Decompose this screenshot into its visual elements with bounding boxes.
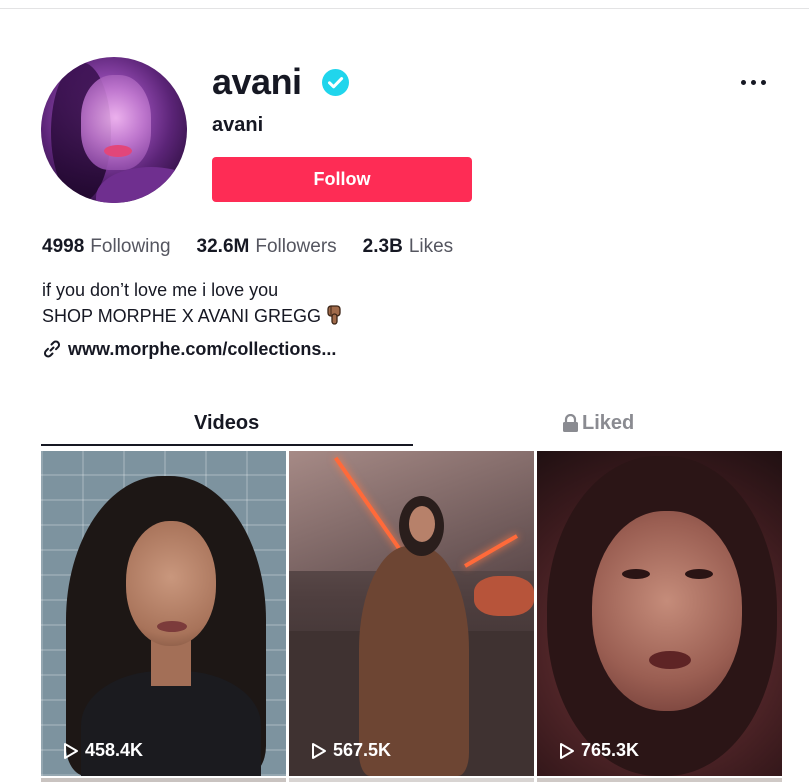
tab-videos[interactable]: Videos — [194, 408, 259, 438]
followers-label: Followers — [255, 236, 337, 257]
video-tile[interactable]: 765.3K — [537, 451, 782, 776]
bio-link-text: www.morphe.com/collections... — [68, 338, 337, 359]
next-row-tile-edge — [41, 778, 286, 782]
pointing-down-emoji-icon — [327, 305, 343, 332]
lock-icon — [563, 413, 578, 432]
likes-count: 2.3B — [362, 236, 403, 257]
link-icon — [43, 340, 61, 358]
bio-line-2: SHOP MORPHE X AVANI GREGG — [42, 306, 322, 326]
active-tab-indicator — [41, 444, 413, 446]
bio-line-2-row: SHOP MORPHE X AVANI GREGG — [42, 303, 343, 332]
profile-bio: if you don’t love me i love you SHOP MOR… — [42, 277, 343, 332]
profile-username: avani — [212, 61, 302, 102]
video-views: 765.3K — [559, 740, 639, 761]
video-grid: 458.4K 567.5K 765.3K — [41, 451, 782, 782]
video-view-count: 458.4K — [85, 740, 144, 760]
video-tile[interactable]: 567.5K — [289, 451, 534, 776]
verified-check-icon — [322, 69, 349, 96]
likes-label: Likes — [408, 236, 454, 257]
profile-stats: 4998 Following 32.6M Followers 2.3B Like… — [42, 236, 479, 262]
tab-liked[interactable]: Liked — [562, 408, 634, 438]
bio-link[interactable]: www.morphe.com/collections... — [42, 337, 336, 361]
next-row-tile-edge — [537, 778, 782, 782]
video-view-count: 567.5K — [333, 740, 392, 760]
stat-following[interactable]: 4998 Following — [42, 236, 171, 258]
video-views: 458.4K — [63, 740, 143, 761]
play-icon — [64, 742, 78, 759]
video-tile[interactable]: 458.4K — [41, 451, 286, 776]
next-row-tile-edge — [289, 778, 534, 782]
follow-button[interactable]: Follow — [212, 157, 472, 202]
top-divider — [0, 8, 809, 9]
more-dots-icon[interactable] — [736, 70, 772, 94]
following-count: 4998 — [42, 236, 85, 257]
play-icon — [560, 742, 574, 759]
stat-likes: 2.3B Likes — [363, 236, 454, 258]
tab-liked-label: Liked — [582, 412, 635, 434]
play-icon — [312, 742, 326, 759]
followers-count: 32.6M — [196, 236, 250, 257]
following-label: Following — [90, 236, 171, 257]
profile-nickname: avani — [212, 114, 264, 136]
bio-line-1: if you don’t love me i love you — [42, 280, 279, 300]
avatar[interactable] — [41, 57, 187, 203]
video-view-count: 765.3K — [581, 740, 640, 760]
stat-followers[interactable]: 32.6M Followers — [197, 236, 337, 258]
video-views: 567.5K — [311, 740, 391, 761]
